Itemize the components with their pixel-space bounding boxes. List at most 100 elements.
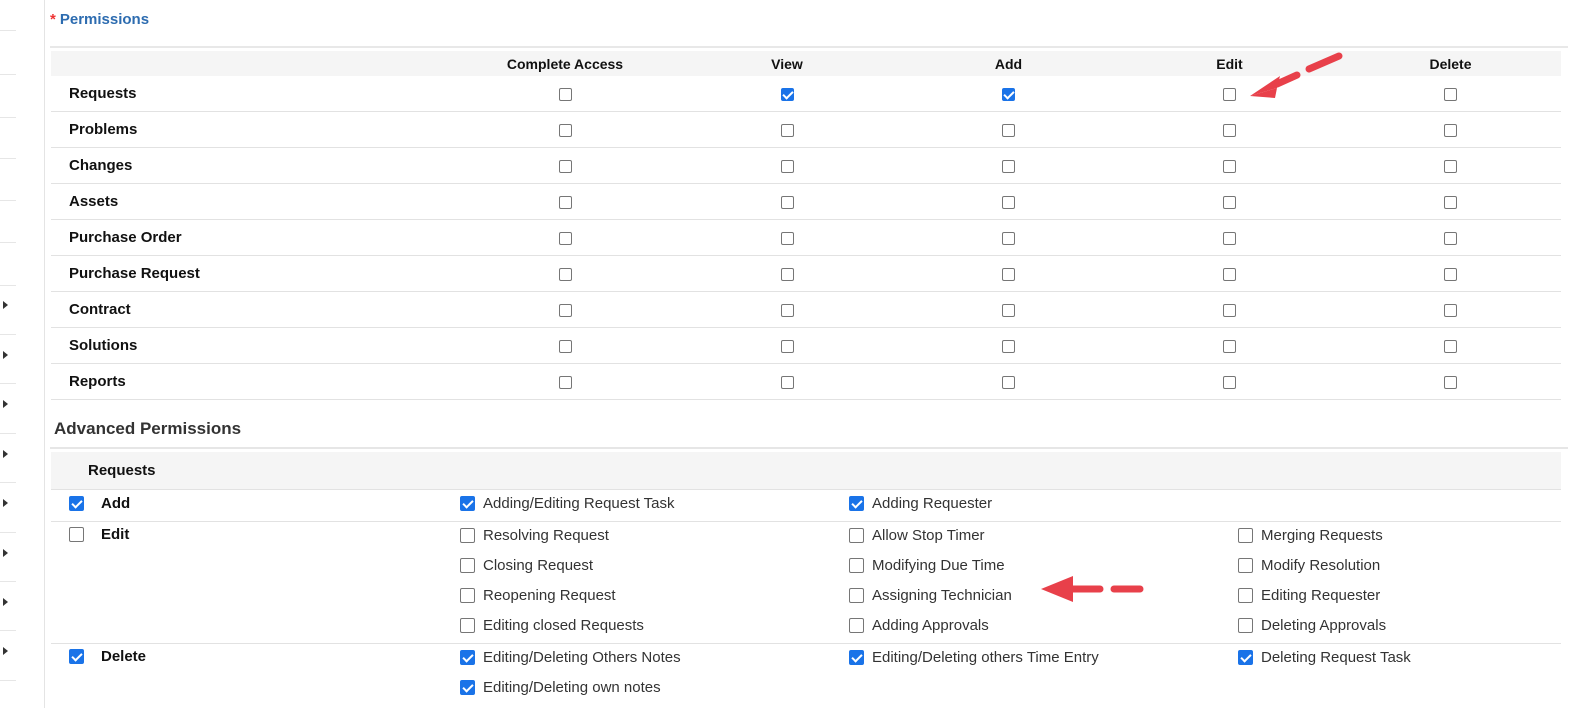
- permission-checkbox[interactable]: [558, 339, 572, 353]
- sub-permission-checkbox[interactable]: [1238, 528, 1253, 543]
- permission-checkbox[interactable]: [1223, 339, 1236, 353]
- sub-permission[interactable]: Editing Requester: [1238, 587, 1380, 604]
- sub-permission[interactable]: Adding/Editing Request Task: [460, 495, 675, 512]
- sub-permission-checkbox[interactable]: [849, 558, 864, 573]
- sub-permission[interactable]: Reopening Request: [460, 587, 616, 604]
- sub-permission-checkbox[interactable]: [460, 528, 475, 543]
- sub-permission[interactable]: Editing/Deleting Others Notes: [460, 649, 681, 666]
- permission-checkbox[interactable]: [1444, 267, 1457, 281]
- sub-permission[interactable]: Assigning Technician: [849, 587, 1012, 604]
- sub-permission-checkbox[interactable]: [460, 680, 475, 695]
- sub-permission[interactable]: Adding Requester: [849, 495, 992, 512]
- operation-checkbox[interactable]: [69, 496, 84, 511]
- permission-checkbox[interactable]: [558, 159, 572, 173]
- sub-permission[interactable]: Merging Requests: [1238, 527, 1383, 544]
- expand-arrow-icon[interactable]: [3, 450, 8, 458]
- permission-checkbox[interactable]: [1002, 267, 1015, 281]
- permission-checkbox[interactable]: [780, 87, 794, 101]
- expand-arrow-icon[interactable]: [3, 351, 8, 359]
- sub-permission-checkbox[interactable]: [1238, 558, 1253, 573]
- expand-arrow-icon[interactable]: [3, 400, 8, 408]
- permission-checkbox[interactable]: [558, 87, 572, 101]
- sub-permission-checkbox[interactable]: [1238, 588, 1253, 603]
- permission-checkbox[interactable]: [1002, 375, 1015, 389]
- sub-permission-checkbox[interactable]: [1238, 650, 1253, 665]
- advanced-module-header: Requests: [51, 452, 1561, 490]
- permission-checkbox[interactable]: [1223, 87, 1236, 101]
- sub-permission-checkbox[interactable]: [849, 588, 864, 603]
- permission-checkbox[interactable]: [558, 267, 572, 281]
- expand-arrow-icon[interactable]: [3, 499, 8, 507]
- permission-checkbox[interactable]: [1223, 375, 1236, 389]
- sub-permission[interactable]: Editing closed Requests: [460, 617, 644, 634]
- permission-checkbox[interactable]: [558, 375, 572, 389]
- sub-permission[interactable]: Editing/Deleting others Time Entry: [849, 649, 1099, 666]
- sub-permission-checkbox[interactable]: [849, 496, 864, 511]
- permission-checkbox[interactable]: [1223, 123, 1236, 137]
- operation-add[interactable]: Add: [69, 495, 130, 512]
- expand-arrow-icon[interactable]: [3, 301, 8, 309]
- permission-checkbox[interactable]: [780, 195, 794, 209]
- permission-checkbox[interactable]: [1444, 339, 1457, 353]
- expand-arrow-icon[interactable]: [3, 598, 8, 606]
- permission-checkbox[interactable]: [780, 123, 794, 137]
- sub-permission-checkbox[interactable]: [849, 618, 864, 633]
- sub-permission[interactable]: Deleting Approvals: [1238, 617, 1386, 634]
- permission-cell: [676, 219, 898, 256]
- sub-permission[interactable]: Deleting Request Task: [1238, 649, 1411, 666]
- sub-permission[interactable]: Modifying Due Time: [849, 557, 1005, 574]
- sub-permission[interactable]: Resolving Request: [460, 527, 609, 544]
- permission-checkbox[interactable]: [1444, 87, 1457, 101]
- sub-permission-checkbox[interactable]: [849, 528, 864, 543]
- sub-permission[interactable]: Editing/Deleting own notes: [460, 679, 661, 696]
- permission-checkbox[interactable]: [558, 231, 572, 245]
- permission-checkbox[interactable]: [780, 303, 794, 317]
- sub-permission-checkbox[interactable]: [460, 558, 475, 573]
- permission-checkbox[interactable]: [558, 303, 572, 317]
- permission-checkbox[interactable]: [1223, 267, 1236, 281]
- permission-checkbox[interactable]: [1223, 159, 1236, 173]
- permission-checkbox[interactable]: [1002, 195, 1015, 209]
- permission-checkbox[interactable]: [1444, 231, 1457, 245]
- permission-checkbox[interactable]: [1444, 195, 1457, 209]
- permission-checkbox[interactable]: [1002, 303, 1015, 317]
- operation-delete[interactable]: Delete: [69, 648, 146, 665]
- rail-divider: [0, 285, 16, 286]
- operation-checkbox[interactable]: [69, 649, 84, 664]
- operation-edit[interactable]: Edit: [69, 526, 129, 543]
- sub-permission-checkbox[interactable]: [849, 650, 864, 665]
- permission-checkbox[interactable]: [780, 267, 794, 281]
- sub-permission-checkbox[interactable]: [460, 588, 475, 603]
- permission-checkbox[interactable]: [1444, 303, 1457, 317]
- permission-checkbox[interactable]: [1002, 339, 1015, 353]
- permission-checkbox[interactable]: [1002, 123, 1015, 137]
- permission-checkbox[interactable]: [780, 375, 794, 389]
- permission-checkbox[interactable]: [1223, 195, 1236, 209]
- permission-checkbox[interactable]: [1444, 375, 1457, 389]
- permission-checkbox[interactable]: [780, 339, 794, 353]
- permission-checkbox[interactable]: [780, 231, 794, 245]
- rail-divider: [0, 30, 16, 31]
- sub-permission-checkbox[interactable]: [460, 496, 475, 511]
- sub-permission[interactable]: Adding Approvals: [849, 617, 989, 634]
- operation-checkbox[interactable]: [69, 527, 84, 542]
- sub-permission-checkbox[interactable]: [460, 618, 475, 633]
- permission-checkbox[interactable]: [1002, 159, 1015, 173]
- permission-checkbox[interactable]: [558, 123, 572, 137]
- permission-checkbox[interactable]: [780, 159, 794, 173]
- permission-checkbox[interactable]: [1444, 159, 1457, 173]
- permission-checkbox[interactable]: [1223, 231, 1236, 245]
- sub-permission[interactable]: Allow Stop Timer: [849, 527, 985, 544]
- permission-checkbox[interactable]: [1002, 231, 1015, 245]
- permission-checkbox[interactable]: [1223, 303, 1236, 317]
- permission-checkbox[interactable]: [558, 195, 572, 209]
- sub-permission[interactable]: Modify Resolution: [1238, 557, 1380, 574]
- permission-checkbox[interactable]: [1444, 123, 1457, 137]
- sub-permission[interactable]: Closing Request: [460, 557, 593, 574]
- permission-cell: [676, 147, 898, 184]
- expand-arrow-icon[interactable]: [3, 549, 8, 557]
- expand-arrow-icon[interactable]: [3, 647, 8, 655]
- permission-checkbox[interactable]: [1002, 87, 1015, 101]
- sub-permission-checkbox[interactable]: [460, 650, 475, 665]
- sub-permission-checkbox[interactable]: [1238, 618, 1253, 633]
